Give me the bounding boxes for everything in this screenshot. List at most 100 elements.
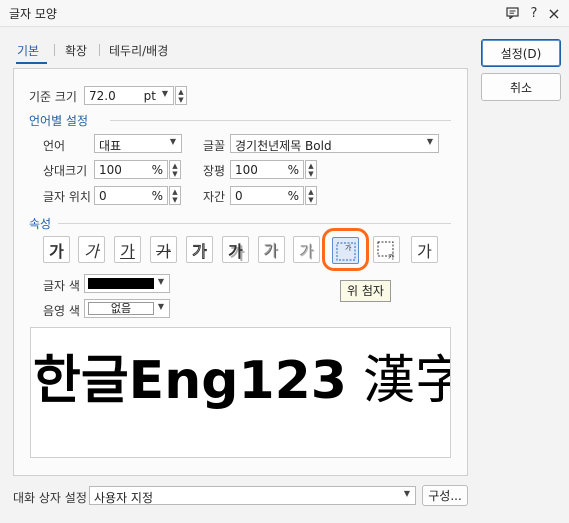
chevron-up-icon[interactable]: ▲ — [306, 162, 316, 170]
italic-glyph: 가 — [84, 241, 99, 261]
preview-text-hanja: 漢字 — [363, 351, 450, 411]
highlight-ring — [322, 228, 369, 271]
underline-glyph: 가 — [120, 241, 135, 261]
char-position-spinner[interactable]: ▲ ▼ — [169, 186, 181, 205]
window-title: 글자 모양 — [9, 7, 57, 21]
language-label: 언어 — [43, 139, 66, 153]
emboss-button[interactable]: 가 — [258, 236, 285, 263]
engrave-button[interactable]: 가 — [293, 236, 320, 263]
close-icon[interactable]: × — [545, 4, 563, 23]
dialog-settings-select[interactable]: 사용자 지정 ▼ — [89, 486, 416, 505]
help-icon[interactable]: ? — [525, 4, 543, 22]
relative-size-value: 100 — [99, 163, 122, 177]
italic-button[interactable]: 가 — [78, 236, 105, 263]
base-size-input[interactable]: 72.0 pt ▼ — [84, 86, 174, 105]
shade-color-value: 없음 — [88, 302, 154, 315]
attributes-section-title: 속성 — [29, 217, 52, 231]
percent-unit: % — [151, 189, 163, 203]
shadow-button[interactable]: 가 — [222, 236, 249, 263]
char-spacing-spinner[interactable]: ▲ ▼ — [305, 186, 317, 205]
width-ratio-value: 100 — [235, 163, 258, 177]
title-bar — [0, 0, 569, 27]
char-spacing-value: 0 — [235, 189, 243, 203]
color-swatch — [88, 278, 154, 289]
chevron-down-icon: ▼ — [157, 277, 164, 286]
base-size-spinner[interactable]: ▲ ▼ — [175, 86, 187, 105]
outline-glyph: 가 — [192, 241, 208, 261]
subscript-button[interactable]: 가 — [373, 236, 400, 263]
normal-button[interactable]: 가 — [411, 236, 438, 263]
configure-button[interactable]: 구성... — [422, 485, 468, 506]
relative-size-input[interactable]: 100 % — [94, 160, 168, 179]
chevron-up-icon[interactable]: ▲ — [170, 188, 180, 196]
font-value: 경기천년제목 Bold — [235, 139, 332, 153]
chevron-down-icon: ▼ — [169, 137, 176, 146]
base-size-unit: pt — [143, 89, 156, 103]
preview-pane: 한글Eng123 漢字 — [30, 327, 451, 458]
language-select[interactable]: 대표 ▼ — [94, 134, 182, 153]
bold-button[interactable]: 가 — [43, 236, 70, 263]
relative-size-spinner[interactable]: ▲ ▼ — [169, 160, 181, 179]
subscript-glyph: 가 — [388, 252, 395, 261]
underline-button[interactable]: 가 — [114, 236, 141, 263]
width-ratio-spinner[interactable]: ▲ ▼ — [305, 160, 317, 179]
chevron-down-icon: ▼ — [426, 137, 433, 146]
char-position-value: 0 — [99, 189, 107, 203]
preview-text-bold: 한글Eng123 — [33, 351, 347, 411]
base-size-value: 72.0 — [89, 89, 116, 103]
bold-glyph: 가 — [49, 241, 64, 261]
cancel-button[interactable]: 취소 — [481, 73, 561, 101]
width-ratio-input[interactable]: 100 % — [230, 160, 304, 179]
percent-unit: % — [287, 163, 299, 177]
shade-color-select[interactable]: 없음 ▼ — [84, 299, 170, 318]
char-spacing-input[interactable]: 0 % — [230, 186, 304, 205]
chat-icon[interactable] — [503, 4, 521, 22]
outline-button[interactable]: 가 — [186, 236, 213, 263]
chevron-down-icon[interactable]: ▼ — [176, 96, 186, 104]
strikethrough-button[interactable]: 가 — [150, 236, 177, 263]
ok-button[interactable]: 설정(D) — [481, 39, 561, 67]
strikethrough-glyph: 가 — [156, 241, 171, 261]
section-divider — [58, 223, 451, 224]
normal-glyph: 가 — [417, 241, 432, 261]
text-color-select[interactable]: ▼ — [84, 274, 170, 293]
char-position-input[interactable]: 0 % — [94, 186, 168, 205]
chevron-down-icon: ▼ — [157, 302, 164, 311]
tab-separator — [54, 44, 55, 56]
font-label: 글꼴 — [203, 139, 226, 153]
dialog-settings-value: 사용자 지정 — [94, 491, 154, 505]
shade-color-label: 음영 색 — [43, 304, 80, 318]
dialog-settings-label: 대화 상자 설정 — [13, 491, 87, 505]
text-color-label: 글자 색 — [43, 279, 80, 293]
tab-border-background[interactable]: 테두리/배경 — [109, 42, 168, 59]
percent-unit: % — [287, 189, 299, 203]
relative-size-label: 상대크기 — [43, 164, 88, 178]
chevron-up-icon[interactable]: ▲ — [176, 88, 186, 96]
chevron-down-icon[interactable]: ▼ — [162, 89, 168, 98]
active-tab-indicator — [16, 62, 47, 64]
chevron-up-icon[interactable]: ▲ — [306, 188, 316, 196]
section-divider — [110, 120, 451, 121]
superscript-tooltip: 위 첨자 — [340, 280, 391, 302]
font-select[interactable]: 경기천년제목 Bold ▼ — [230, 134, 439, 153]
language-section-title: 언어별 설정 — [29, 114, 89, 128]
tab-separator — [99, 44, 100, 56]
chevron-down-icon[interactable]: ▼ — [170, 170, 180, 178]
emboss-glyph: 가 — [264, 241, 279, 261]
width-ratio-label: 장평 — [203, 164, 226, 178]
tab-basic[interactable]: 기본 — [17, 42, 39, 59]
subscript-icon: 가 — [377, 241, 395, 261]
chevron-down-icon: ▼ — [403, 489, 410, 498]
char-spacing-label: 자간 — [203, 190, 226, 204]
char-position-label: 글자 위치 — [43, 190, 91, 204]
chevron-up-icon[interactable]: ▲ — [170, 162, 180, 170]
chevron-down-icon[interactable]: ▼ — [306, 170, 316, 178]
chevron-down-icon[interactable]: ▼ — [170, 196, 180, 204]
language-value: 대표 — [99, 139, 122, 153]
tab-extended[interactable]: 확장 — [65, 42, 87, 59]
base-size-label: 기준 크기 — [29, 90, 77, 104]
chevron-down-icon[interactable]: ▼ — [306, 196, 316, 204]
shadow-glyph: 가 — [228, 241, 243, 261]
engrave-glyph: 가 — [299, 241, 314, 261]
percent-unit: % — [151, 163, 163, 177]
